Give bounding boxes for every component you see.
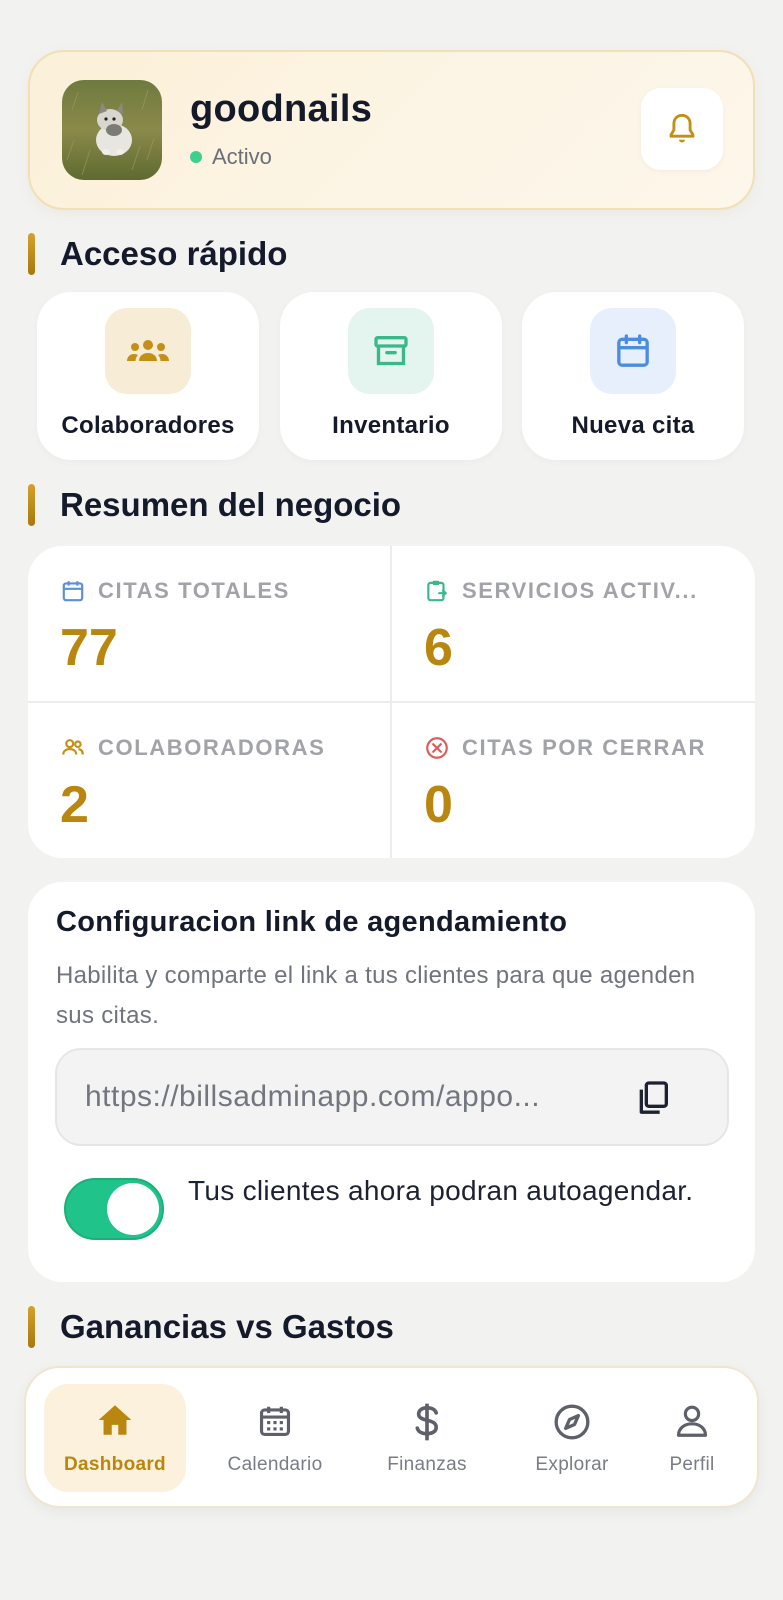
nav-label: Perfil	[669, 1454, 715, 1475]
calendar-icon	[259, 1406, 291, 1437]
stat-citas-por-cerrar[interactable]: CITAS POR CERRAR 0	[392, 703, 754, 858]
stat-servicios-activos[interactable]: SERVICIOS ACTIV... 6	[392, 546, 754, 702]
close-circle-icon	[426, 737, 448, 759]
config-description: Habilita y comparte el link a tus client…	[56, 962, 696, 1029]
nav-calendario[interactable]: Calendario	[210, 1384, 340, 1492]
calendar-icon	[62, 581, 84, 602]
quick-access-label: Nueva cita	[571, 412, 695, 439]
booking-link-text: https://billsadminapp.com/appo...	[85, 1080, 541, 1113]
section-title-text: Acceso rápido	[60, 235, 288, 272]
archive-box-icon	[348, 308, 434, 394]
clipboard-icon	[427, 580, 448, 602]
toggle-knob	[107, 1183, 159, 1235]
summary-title: Resumen del negocio	[28, 484, 401, 526]
stat-value: 77	[60, 619, 118, 677]
notifications-button[interactable]	[641, 88, 723, 170]
nav-dashboard[interactable]: Dashboard	[44, 1384, 186, 1492]
section-title-text: Resumen del negocio	[60, 486, 402, 523]
quick-access-label: Inventario	[332, 412, 450, 439]
toggle-label: Tus clientes ahora podran autoagendar.	[188, 1175, 694, 1206]
nav-finanzas[interactable]: Finanzas	[362, 1384, 492, 1492]
avatar[interactable]	[62, 80, 162, 180]
nav-label: Calendario	[227, 1454, 323, 1475]
config-title: Configuracion link de agendamiento	[56, 906, 568, 938]
compass-icon	[554, 1404, 590, 1440]
stat-value: 2	[60, 776, 89, 834]
nav-explorar[interactable]: Explorar	[510, 1384, 634, 1492]
people-icon	[105, 308, 191, 394]
quick-access-colaboradores[interactable]: Colaboradores	[37, 292, 259, 460]
booking-link-config-card: Configuracion link de agendamiento Habil…	[28, 882, 755, 1282]
home-icon	[98, 1405, 132, 1435]
section-accent-bar	[28, 1306, 35, 1348]
earnings-title: Ganancias vs Gastos	[28, 1306, 394, 1348]
business-header-card: goodnails Activo	[28, 50, 755, 210]
nav-label: Explorar	[535, 1454, 609, 1475]
bell-icon	[669, 113, 695, 143]
self-booking-toggle[interactable]	[64, 1178, 164, 1240]
stat-label: CITAS TOTALES	[98, 578, 290, 603]
stat-colaboradoras[interactable]: COLABORADORAS 2	[28, 703, 390, 858]
status-text: Activo	[212, 144, 272, 169]
user-icon	[676, 1405, 708, 1437]
quick-access-nueva-cita[interactable]: Nueva cita	[522, 292, 744, 460]
stat-value: 6	[424, 619, 453, 677]
dollar-icon	[415, 1403, 439, 1441]
status-dot-icon	[190, 151, 202, 163]
quick-access-label: Colaboradores	[61, 412, 235, 439]
people-icon	[62, 739, 84, 755]
stat-citas-totales[interactable]: CITAS TOTALES 77	[28, 546, 390, 702]
stat-label: CITAS POR CERRAR	[462, 735, 706, 760]
business-summary-card: CITAS TOTALES 77 SERVICIOS ACTIV... 6 CO…	[28, 546, 755, 858]
stat-label: COLABORADORAS	[98, 735, 326, 760]
stat-value: 0	[424, 776, 453, 834]
calendar-icon	[590, 308, 676, 394]
nav-label: Dashboard	[64, 1454, 166, 1475]
business-name: goodnails	[190, 88, 373, 130]
quick-access-inventario[interactable]: Inventario	[280, 292, 502, 460]
nav-label: Finanzas	[387, 1454, 467, 1475]
booking-link-field[interactable]: https://billsadminapp.com/appo...	[55, 1048, 729, 1146]
quick-access-title: Acceso rápido	[28, 233, 287, 275]
bottom-navigation: Dashboard Calendario Finanzas Explorar P…	[24, 1366, 759, 1508]
section-accent-bar	[28, 484, 35, 526]
status-indicator: Activo	[190, 144, 272, 170]
nav-perfil[interactable]: Perfil	[642, 1384, 742, 1492]
section-title-text: Ganancias vs Gastos	[60, 1308, 394, 1345]
section-accent-bar	[28, 233, 35, 275]
copy-icon[interactable]	[633, 1078, 673, 1118]
stat-label: SERVICIOS ACTIV...	[462, 578, 698, 603]
